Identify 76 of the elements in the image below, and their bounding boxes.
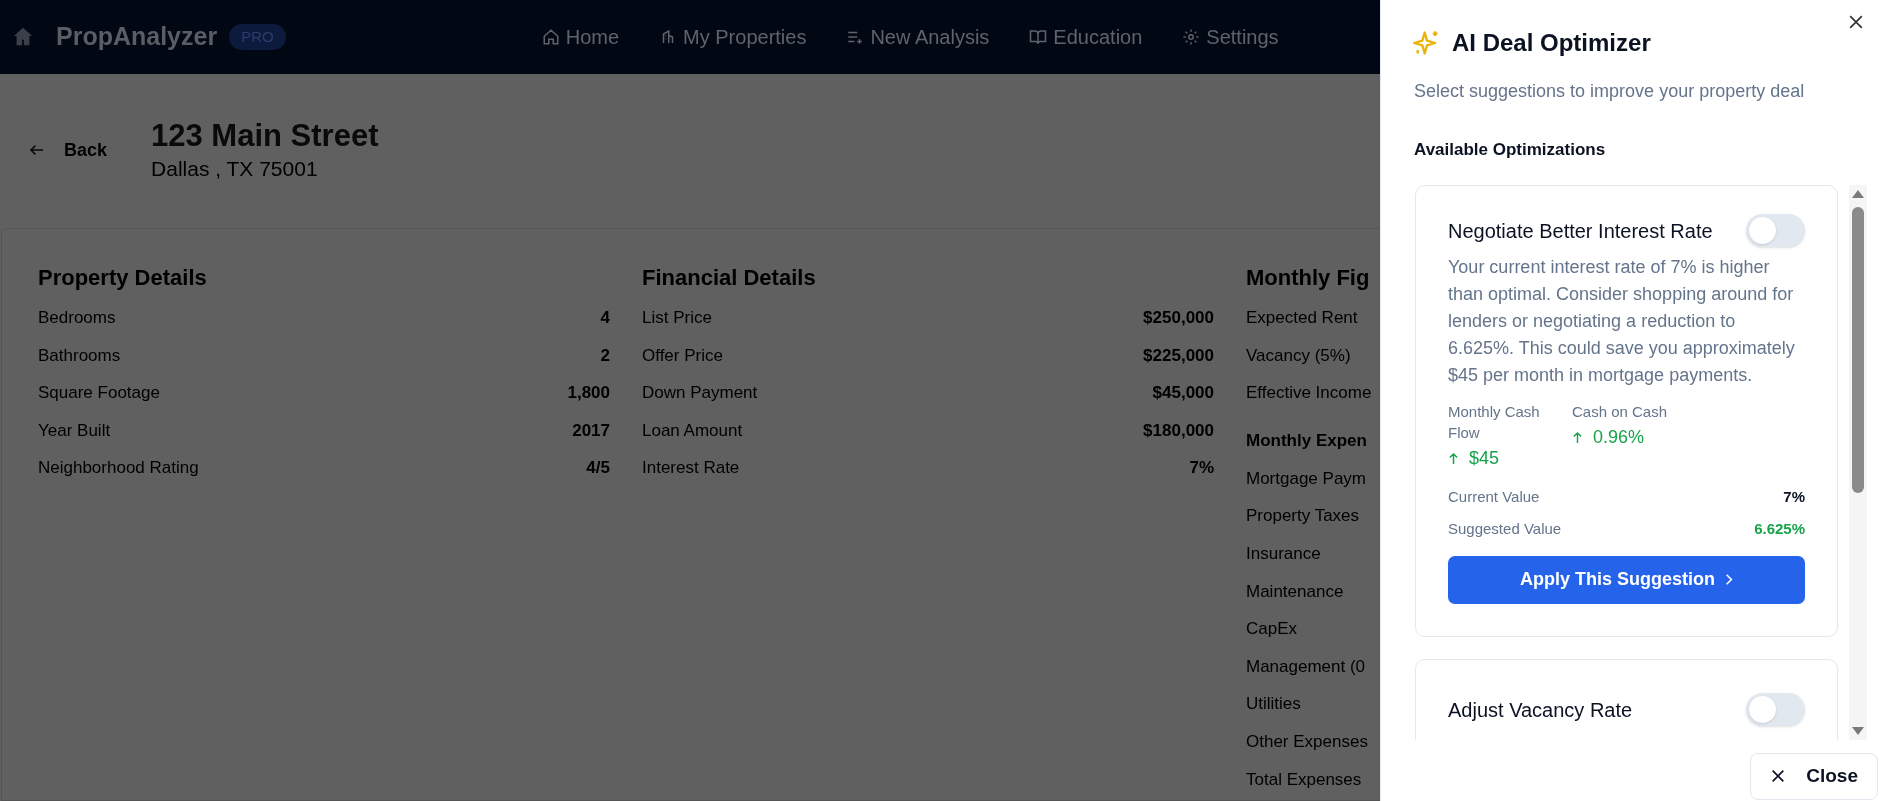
optimization-title: Negotiate Better Interest Rate xyxy=(1448,218,1713,244)
chevron-right-icon xyxy=(1725,573,1733,586)
toggle-switch[interactable] xyxy=(1746,693,1805,726)
detail-value: 4/5 xyxy=(586,457,610,480)
detail-label: Neighborhood Rating xyxy=(38,457,199,480)
property-city: Dallas , TX 75001 xyxy=(151,156,319,182)
detail-value: $225,000 xyxy=(1143,344,1214,367)
value-label: Current Value xyxy=(1448,487,1540,508)
detail-label: List Price xyxy=(642,307,712,330)
detail-label: Offer Price xyxy=(642,344,723,367)
nav-link[interactable]: Education xyxy=(1029,22,1143,52)
section-title: Available Optimizations xyxy=(1413,139,1607,161)
nav-link[interactable]: My Properties xyxy=(659,22,807,52)
detail-label: Maintenance xyxy=(1246,580,1344,603)
panel-subtitle: Select suggestions to improve your property deal xyxy=(1413,80,1806,103)
panel-title: AI Deal Optimizer xyxy=(1452,28,1651,58)
detail-value: 1,800 xyxy=(567,382,610,405)
detail-label: Loan Amount xyxy=(642,419,743,442)
home-icon xyxy=(541,28,560,46)
detail-label: Mortgage Paym xyxy=(1246,467,1366,490)
metric-value: $45 xyxy=(1469,446,1500,470)
detail-value: $180,000 xyxy=(1143,419,1214,442)
detail-label: Utilities xyxy=(1246,693,1301,716)
detail-label: Management (0 xyxy=(1246,655,1366,678)
detail-value: $45,000 xyxy=(1152,382,1214,405)
nav-link[interactable]: Home xyxy=(541,22,620,52)
property-address: 123 Main Street xyxy=(151,117,379,155)
detail-value: $250,000 xyxy=(1143,307,1214,330)
section-heading: Financial Details xyxy=(642,264,816,292)
detail-value: 2 xyxy=(600,344,610,367)
value-amount: 6.625% xyxy=(1754,519,1805,540)
detail-label: Vacancy (5%) xyxy=(1246,344,1351,367)
arrow-up-icon xyxy=(1572,430,1583,444)
detail-label: Property Taxes xyxy=(1246,505,1360,528)
detail-label: Down Payment xyxy=(642,382,758,405)
detail-label: Year Built xyxy=(38,419,111,442)
nav-link[interactable]: Settings xyxy=(1182,22,1279,52)
book-icon xyxy=(1029,28,1048,46)
section-heading: Monthly Fig xyxy=(1246,264,1370,292)
optimization-title: Adjust Vacancy Rate xyxy=(1448,697,1633,723)
value-label: Suggested Value xyxy=(1448,519,1562,540)
metric-value: 0.96% xyxy=(1593,425,1645,449)
detail-label: Effective Income xyxy=(1246,382,1372,405)
settings-icon xyxy=(1182,28,1201,46)
metric-label: Monthly Cash Flow xyxy=(1448,401,1541,443)
optimization-description: Your current interest rate of 7% is higher than optimal. Consider shopping around for lenders or negotiating a reduction to 6.625%. This could save you approximately $45 per month in mortgage payments. xyxy=(1448,255,1796,387)
subsection-heading: Monthly Expen xyxy=(1246,430,1367,453)
detail-label: Bathrooms xyxy=(38,344,121,367)
detail-label: CapEx xyxy=(1246,618,1298,641)
scrollbar-thumb[interactable] xyxy=(1852,206,1864,493)
toggle-switch[interactable] xyxy=(1746,214,1805,247)
detail-label: Square Footage xyxy=(38,382,160,405)
metric-label: Cash on Cash xyxy=(1572,401,1669,422)
detail-label: Interest Rate xyxy=(642,457,740,480)
section-heading: Property Details xyxy=(38,264,207,292)
detail-label: Expected Rent xyxy=(1246,307,1358,330)
detail-value: 4 xyxy=(600,307,610,330)
detail-label: Bedrooms xyxy=(38,307,116,330)
value-amount: 7% xyxy=(1783,487,1805,508)
app-name: PropAnalyzer xyxy=(56,21,218,53)
apply-button[interactable]: Apply This Suggestion xyxy=(1448,555,1805,604)
house-logo-icon xyxy=(12,26,34,48)
detail-value: 2017 xyxy=(572,419,610,442)
detail-value: 7% xyxy=(1189,457,1214,480)
detail-label: Insurance xyxy=(1246,543,1321,565)
close-button[interactable]: Close xyxy=(1750,752,1878,800)
scrollbar[interactable] xyxy=(1849,184,1867,740)
detail-label: Other Expenses xyxy=(1246,731,1368,753)
nav-link[interactable]: New Analysis xyxy=(846,22,990,52)
detail-label: Total Expenses xyxy=(1246,768,1362,791)
scroll-down-icon[interactable] xyxy=(1851,725,1865,736)
close-icon xyxy=(1770,768,1787,784)
back-button[interactable]: Back xyxy=(28,136,108,164)
arrow-up-icon xyxy=(1448,451,1459,465)
scroll-up-icon[interactable] xyxy=(1851,188,1865,199)
sparkle-icon xyxy=(1413,29,1441,57)
